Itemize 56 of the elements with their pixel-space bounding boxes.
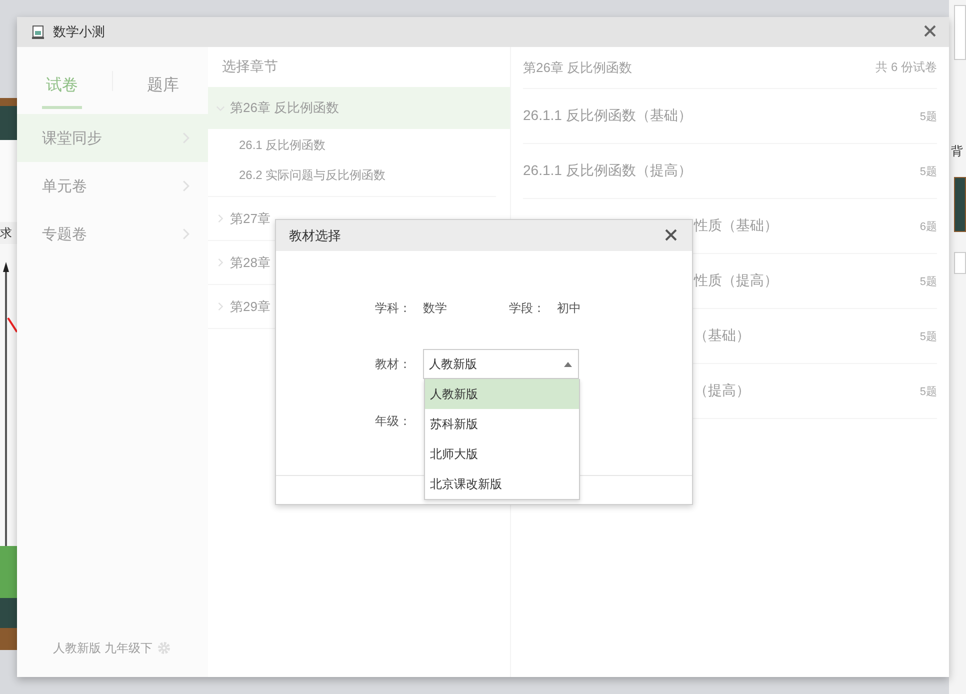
dialog-title: 教材选择 [289,226,341,244]
paper-title[interactable]: 性质（基础） [694,217,778,235]
app-icon [31,25,45,39]
paper-count: 共 6 份试卷 [876,59,937,76]
background-thumbnail [954,177,966,232]
chapter-label: 第27章 [230,210,270,228]
chevron-icon [216,302,225,311]
dropdown-option[interactable]: 北京课改新版 [425,469,579,499]
paper-title[interactable]: （提高） [694,382,750,400]
question-count: 6题 [920,220,937,234]
field-value: 数学 [423,300,448,316]
field-label: 教材： [375,356,412,372]
textbook-summary: 人教新版 九年级下 [53,640,152,656]
dropdown-option[interactable]: 人教新版 [425,379,579,409]
sidebar-item-label: 单元卷 [42,176,87,196]
section-item[interactable]: 26.2 实际问题与反比例函数 [208,160,496,190]
chapter-label: 第26章 反比例函数 [230,99,340,117]
chapter-label: 第29章 [230,298,270,316]
textbook-select[interactable]: 人教新版 [423,349,579,379]
close-icon [923,24,937,38]
tab[interactable]: 题库 [143,64,183,108]
sidebar-item[interactable]: 专题卷 [17,210,208,258]
background-label: 求 [0,225,13,242]
chevron-icon [216,214,225,223]
close-icon [664,228,678,242]
field-value: 初中 [557,300,582,316]
paper-title[interactable]: 性质（提高） [694,272,778,290]
sidebar-item-label: 课堂同步 [42,128,102,148]
chapter-label: 第28章 [230,254,270,272]
paper-list-title: 第26章 反比例函数 [523,58,632,76]
sidebar-item[interactable]: 课堂同步 [17,114,208,162]
chevron-icon [180,180,192,192]
field-label: 年级： [375,412,412,430]
question-count: 5题 [920,384,937,398]
field-label: 学段： [509,300,546,316]
question-count: 5题 [920,274,937,288]
window-title: 数学小测 [53,23,106,41]
chapter-item[interactable]: 第26章 反比例函数 [208,87,510,129]
caret-icon [564,362,572,366]
question-count: 5题 [920,330,937,344]
dropdown-option[interactable]: 北师大版 [425,439,579,469]
chevron-icon [180,228,192,240]
tab[interactable]: 试卷 [42,64,82,108]
question-count: 5题 [920,164,937,178]
question-count: 5题 [920,110,937,124]
paper-title[interactable]: （基础） [694,327,750,345]
paper-title[interactable]: 26.1.1 反比例函数（提高） [523,162,692,180]
background-label: 背 [951,143,964,160]
chevron-icon [216,258,225,267]
section-header: 选择章节 [221,57,279,76]
sidebar-item[interactable]: 单元卷 [17,162,208,210]
paper-title[interactable]: 26.1.1 反比例函数（基础） [523,107,692,125]
field-label: 学科： [375,300,412,316]
section-item[interactable]: 26.1 反比例函数 [208,130,496,160]
dropdown-option[interactable]: 苏科新版 [425,409,579,439]
sidebar-item-label: 专题卷 [42,224,87,244]
